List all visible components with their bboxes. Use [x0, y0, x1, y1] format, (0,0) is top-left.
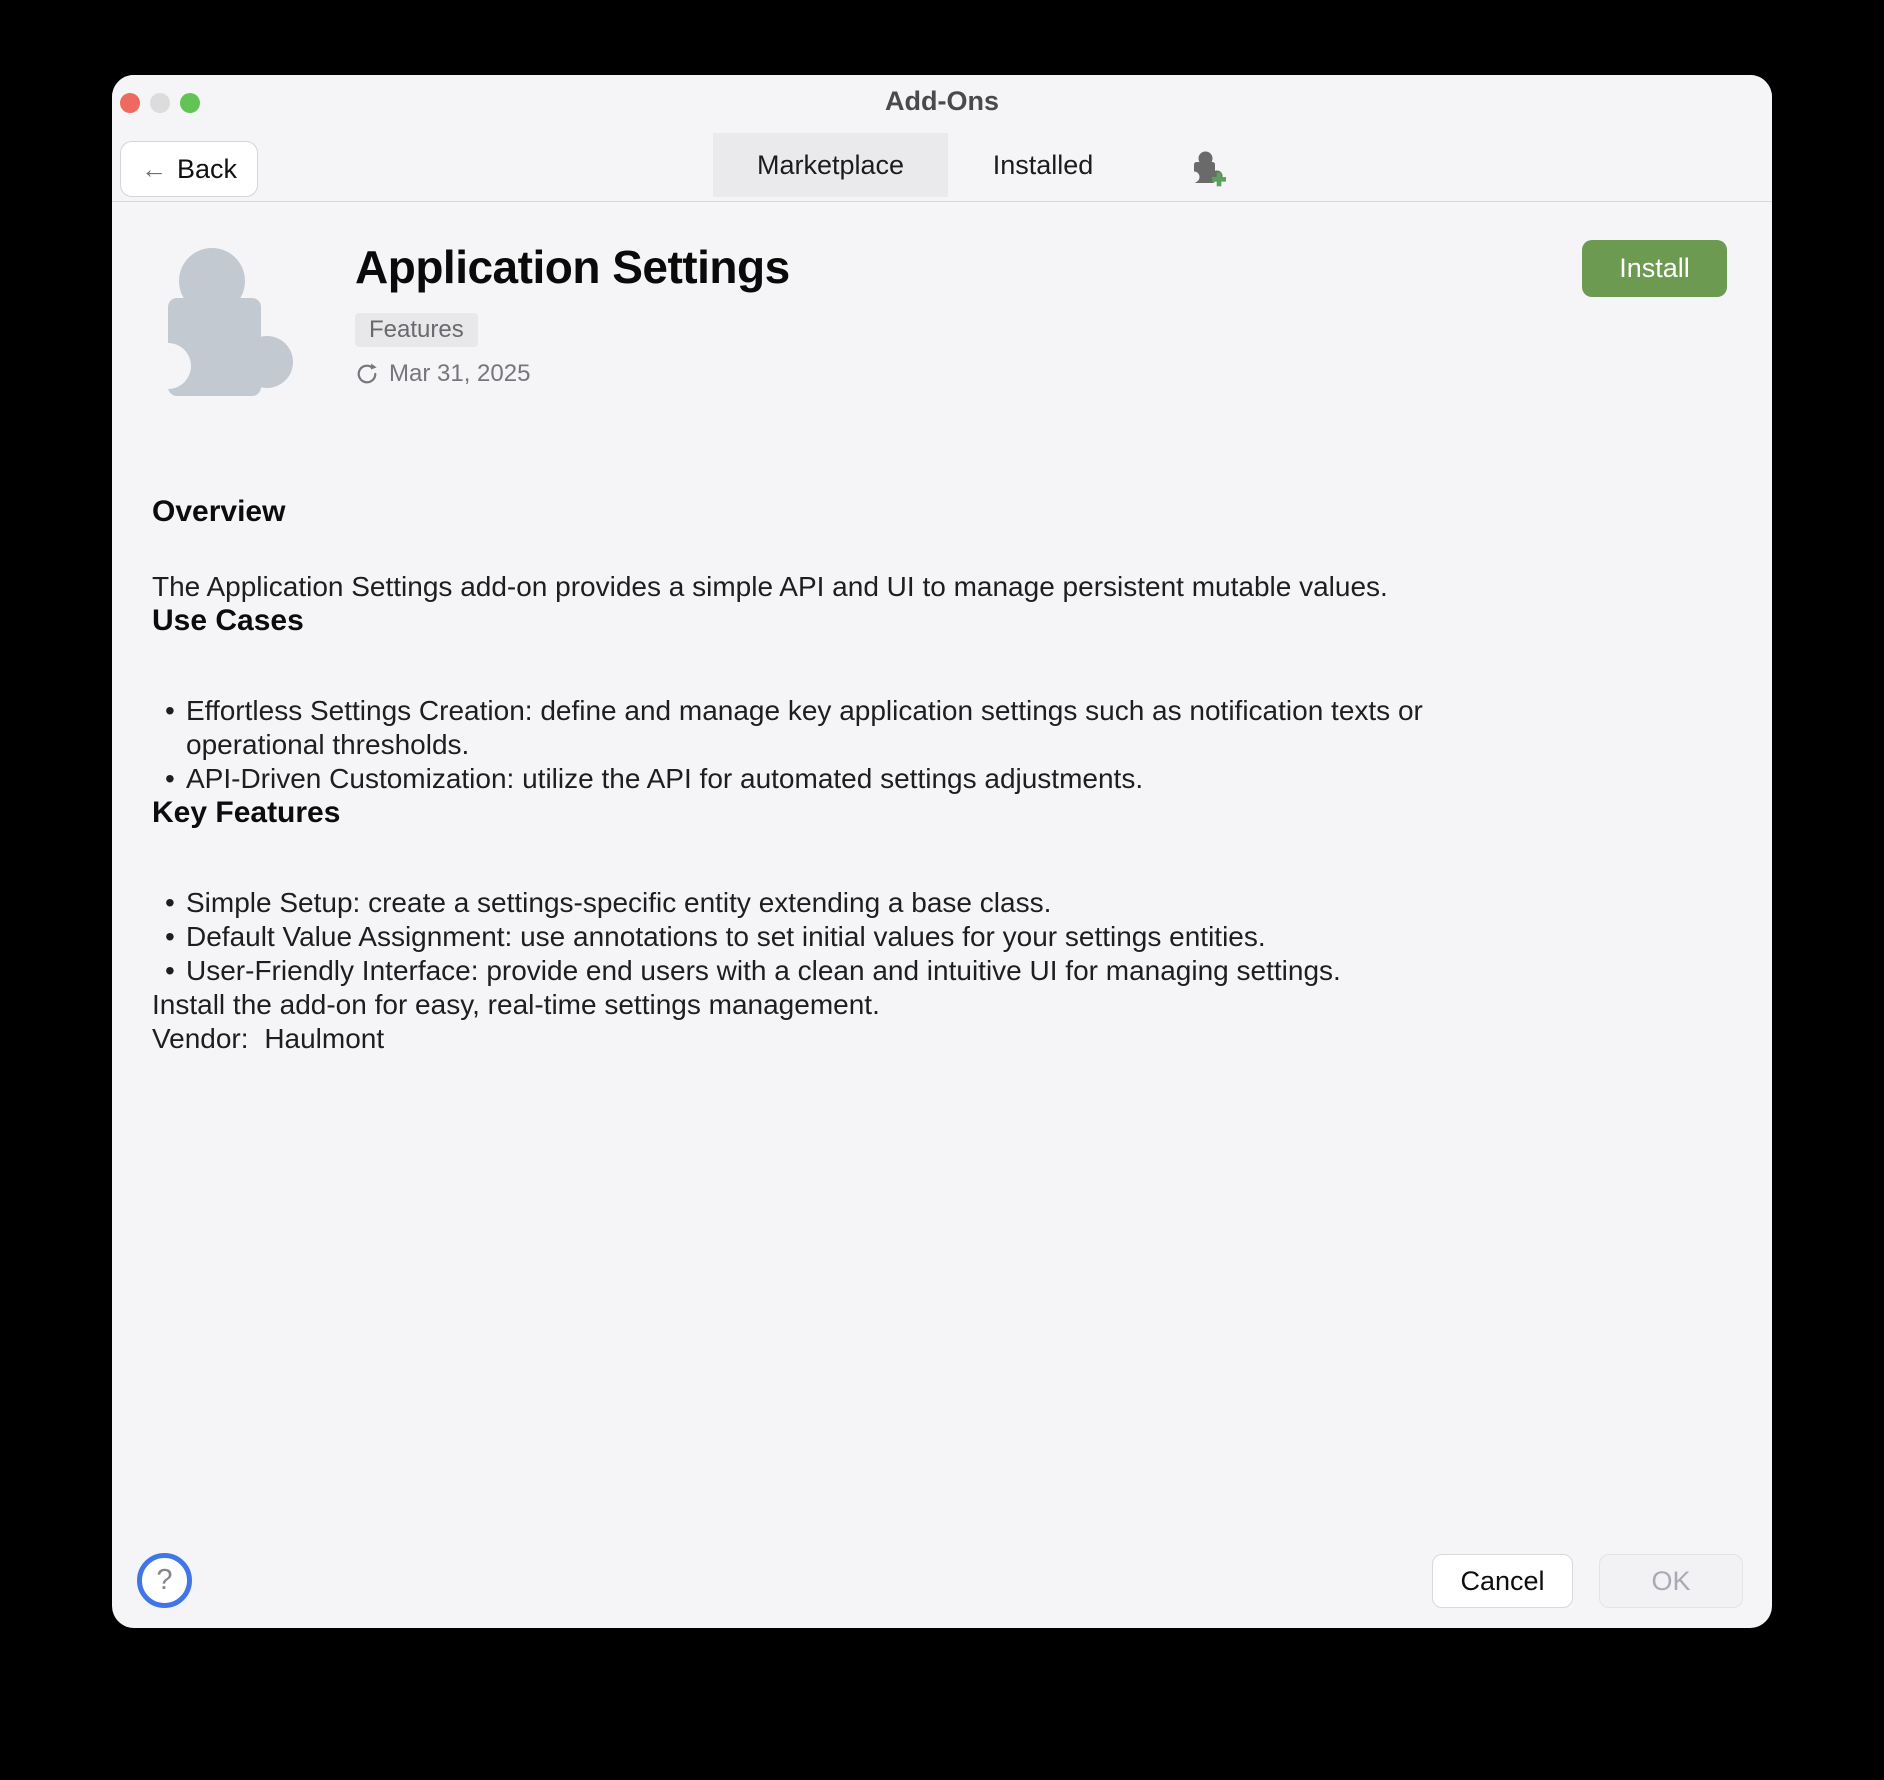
key-features-heading: Key Features [152, 796, 341, 829]
addon-puzzle-icon [150, 248, 293, 396]
overview-text: The Application Settings add-on provides… [152, 571, 1388, 602]
list-item: API-Driven Customization: utilize the AP… [165, 762, 1432, 796]
updated-date-row: Mar 31, 2025 [355, 360, 790, 388]
window-title: Add-Ons [885, 86, 999, 116]
refresh-icon [357, 363, 377, 384]
cancel-button[interactable]: Cancel [1432, 1554, 1573, 1608]
key-features-list: Simple Setup: create a settings-specific… [152, 886, 1432, 988]
tab-installed[interactable]: Installed [948, 133, 1138, 197]
install-note: Install the add-on for easy, real-time s… [152, 989, 880, 1020]
back-arrow-icon: ← [140, 154, 167, 184]
help-button[interactable]: ? [137, 1553, 192, 1608]
list-item: User-Friendly Interface: provide end use… [165, 954, 1432, 988]
addon-description: Overview The Application Settings add-on… [152, 495, 1432, 1056]
addons-dialog-window: Add-Ons ← Back Marketplace Installed App… [112, 75, 1772, 1628]
question-mark-icon: ? [156, 1564, 173, 1596]
install-addon-from-disk-icon[interactable] [1190, 149, 1228, 187]
tab-installed-label: Installed [992, 149, 1094, 180]
category-badge: Features [355, 313, 478, 347]
list-item: Effortless Settings Creation: define and… [165, 694, 1432, 762]
back-button-label: Back [176, 153, 238, 184]
titlebar: Add-Ons ← Back Marketplace Installed [112, 75, 1772, 202]
list-item: Simple Setup: create a settings-specific… [165, 886, 1432, 920]
vendor-line: Vendor: Haulmont [152, 1022, 1432, 1056]
tab-marketplace[interactable]: Marketplace [713, 133, 948, 197]
use-cases-list: Effortless Settings Creation: define and… [152, 694, 1432, 796]
overview-heading: Overview [152, 495, 286, 528]
vendor-label: Vendor: [152, 1023, 249, 1054]
addon-header: Application Settings Features Mar 31, 20… [355, 241, 790, 388]
updated-date: Mar 31, 2025 [389, 360, 531, 387]
back-button[interactable]: ← Back [120, 141, 258, 197]
install-button[interactable]: Install [1582, 240, 1727, 297]
list-item: Default Value Assignment: use annotation… [165, 920, 1432, 954]
tab-marketplace-label: Marketplace [756, 149, 905, 180]
ok-button[interactable]: OK [1599, 1554, 1743, 1608]
addon-title: Application Settings [355, 241, 790, 293]
use-cases-heading: Use Cases [152, 604, 304, 637]
vendor-value: Haulmont [264, 1023, 385, 1054]
